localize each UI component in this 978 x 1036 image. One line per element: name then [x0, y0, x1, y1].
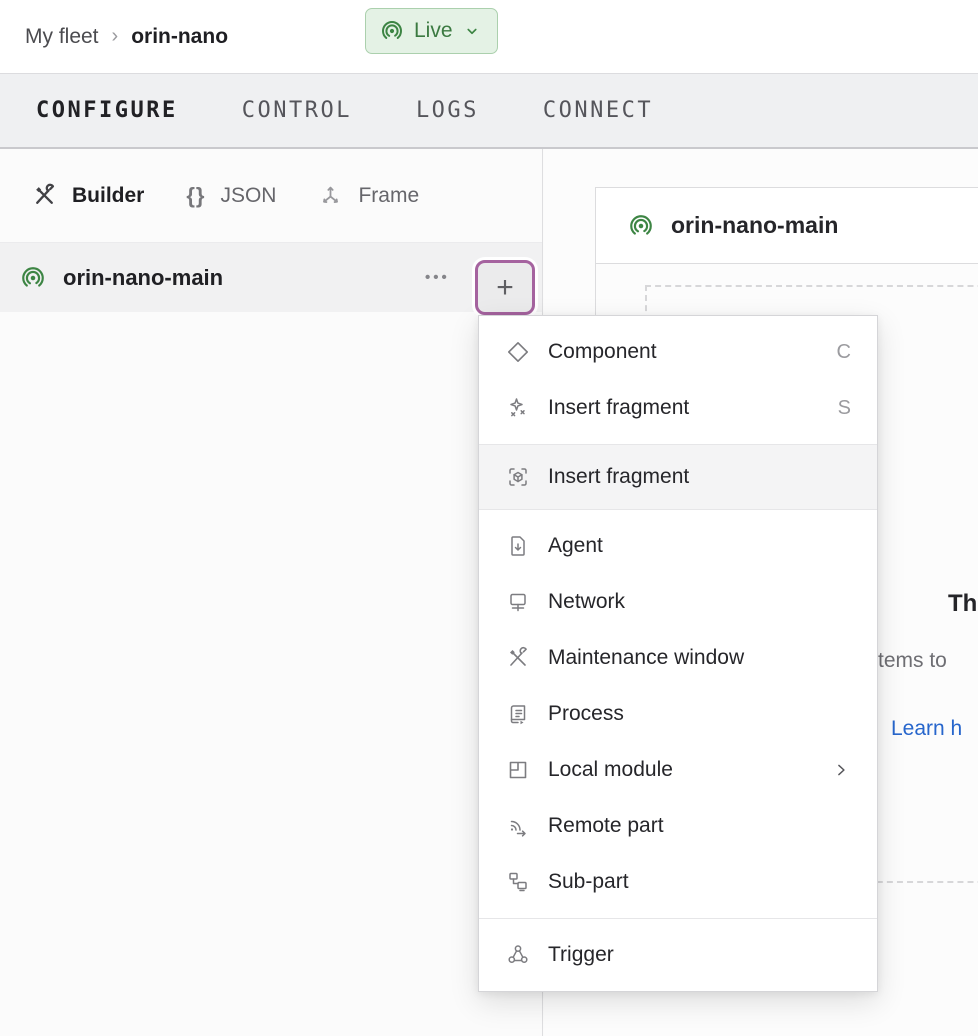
empty-state-body-fragment: tems to [878, 649, 947, 673]
local-module-icon [505, 758, 531, 782]
live-status-label: Live [414, 19, 453, 43]
tab-configure[interactable]: CONFIGURE [36, 98, 178, 123]
process-script-icon [505, 702, 531, 726]
machine-tabbar: CONFIGURE CONTROL LOGS CONNECT [0, 73, 978, 149]
menu-item-component[interactable]: Component C [479, 324, 877, 380]
part-broadcast-icon [20, 265, 46, 291]
part-more-button[interactable]: ••• [425, 243, 450, 312]
viewtab-json[interactable]: {} JSON [186, 183, 276, 209]
view-mode-tabs: Builder {} JSON Frame [0, 149, 542, 243]
menu-item-maintenance-window[interactable]: Maintenance window [479, 630, 877, 686]
menu-item-trigger[interactable]: Trigger [479, 927, 877, 983]
part-name-label: orin-nano-main [63, 265, 223, 291]
tab-connect[interactable]: CONNECT [543, 98, 653, 123]
config-sidebar: Builder {} JSON Frame [0, 149, 543, 1036]
menu-item-agent[interactable]: Agent [479, 518, 877, 574]
menu-item-network[interactable]: Network [479, 574, 877, 630]
menu-group-trigger: Trigger [479, 918, 877, 991]
menu-item-process[interactable]: Process [479, 686, 877, 742]
remote-signal-icon [505, 814, 531, 838]
chevron-down-icon [463, 22, 481, 40]
menu-item-remote-part[interactable]: Remote part [479, 798, 877, 854]
breadcrumb: My fleet › orin-nano Live [0, 0, 978, 73]
configure-page: My fleet › orin-nano Live CONFIGURE CONT… [0, 0, 978, 1036]
viewtab-frame[interactable]: Frame [318, 183, 419, 208]
sub-part-nodes-icon [505, 870, 531, 894]
tree-connector-line [595, 264, 596, 320]
card-broadcast-icon [628, 213, 654, 239]
tools-icon [32, 183, 57, 208]
breadcrumb-machine-name: orin-nano [131, 25, 228, 49]
network-monitor-icon [505, 590, 531, 614]
menu-item-local-module[interactable]: Local module [479, 742, 877, 798]
add-item-menu: Component C Insert fragment S [478, 315, 878, 992]
broadcast-icon [380, 19, 404, 43]
trigger-trefoil-icon [505, 943, 531, 967]
add-item-button[interactable]: + [475, 260, 535, 315]
empty-state-heading-fragment: Th [948, 590, 977, 618]
viewtab-builder-label: Builder [72, 184, 144, 208]
fragment-cube-icon [505, 465, 531, 489]
part-card-title: orin-nano-main [671, 212, 838, 239]
viewtab-builder[interactable]: Builder [32, 183, 144, 208]
shortcut-key: S [838, 397, 851, 420]
submenu-chevron-right-icon [831, 760, 851, 780]
agent-file-download-icon [505, 534, 531, 558]
tab-control[interactable]: CONTROL [242, 98, 352, 123]
menu-item-service[interactable]: Insert fragment S [479, 380, 877, 436]
part-card[interactable]: orin-nano-main [595, 187, 978, 264]
shortcut-key: C [837, 341, 851, 364]
service-sparkles-icon [505, 396, 531, 420]
menu-group-create: Component C Insert fragment S [479, 316, 877, 444]
viewtab-json-label: JSON [220, 184, 276, 208]
menu-item-insert-fragment[interactable]: Insert fragment [479, 445, 877, 509]
part-row-orin-nano-main[interactable]: orin-nano-main ••• [0, 243, 542, 312]
tab-logs[interactable]: LOGS [416, 98, 479, 123]
breadcrumb-separator: › [112, 25, 119, 48]
breadcrumb-fleet-link[interactable]: My fleet [25, 25, 99, 49]
maintenance-tools-icon [505, 646, 531, 670]
frame-axes-icon [318, 183, 343, 208]
live-status-dropdown[interactable]: Live [365, 8, 498, 54]
learn-link-fragment[interactable]: Learn h [891, 717, 962, 741]
menu-group-machine-items: Agent Network [479, 509, 877, 918]
braces-icon: {} [186, 183, 205, 209]
menu-item-sub-part[interactable]: Sub-part [479, 854, 877, 910]
component-diamond-icon [505, 340, 531, 364]
menu-group-fragment: Insert fragment [479, 444, 877, 509]
viewtab-frame-label: Frame [358, 184, 419, 208]
